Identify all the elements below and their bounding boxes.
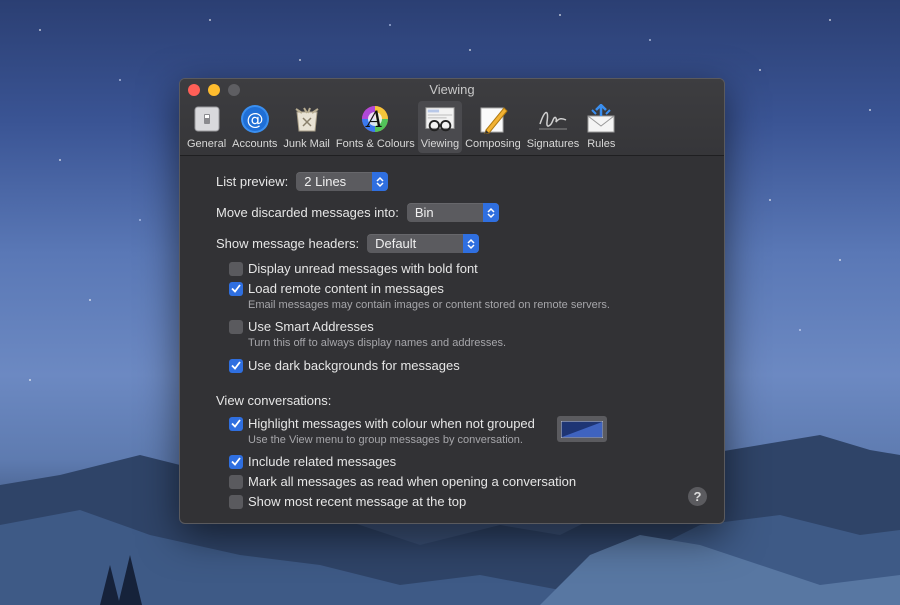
list-preview-select[interactable]: 2 Lines — [296, 172, 389, 191]
colour-swatch — [561, 420, 603, 438]
tab-composing-label: Composing — [465, 138, 521, 150]
load-remote-label: Load remote content in messages — [248, 281, 444, 296]
smart-addresses-label: Use Smart Addresses — [248, 319, 374, 334]
general-icon — [191, 103, 223, 135]
tab-accounts-label: Accounts — [232, 138, 278, 150]
accounts-at-icon: @ — [239, 103, 271, 135]
highlight-checkbox[interactable] — [229, 416, 243, 431]
checkmark-icon — [231, 457, 241, 466]
list-preview-label: List preview: — [216, 174, 289, 189]
show-headers-select[interactable]: Default — [367, 234, 480, 253]
tab-fonts-colours-label: Fonts & Colours — [335, 138, 415, 150]
move-discarded-select[interactable]: Bin — [406, 203, 499, 222]
bold-unread-row[interactable]: Display unread messages with bold font — [229, 261, 478, 276]
window-title: Viewing — [429, 82, 475, 97]
smart-addresses-note: Turn this off to always display names an… — [248, 337, 507, 349]
mark-all-read-label: Mark all messages as read when opening a… — [248, 474, 577, 489]
highlight-note: Use the View menu to group messages by c… — [248, 434, 523, 446]
preferences-toolbar: General @ Accounts Junk Mail A Fonts & C… — [184, 101, 620, 153]
load-remote-checkbox[interactable] — [229, 281, 243, 296]
show-headers-label: Show message headers: — [216, 236, 360, 251]
highlight-colour-well[interactable] — [557, 416, 607, 442]
tab-signatures-label: Signatures — [526, 138, 580, 150]
tab-general[interactable]: General — [184, 101, 229, 153]
view-conversations-heading: View conversations: — [216, 393, 332, 408]
highlight-label: Highlight messages with colour when not … — [248, 416, 535, 431]
tab-general-label: General — [187, 138, 227, 150]
include-related-checkbox[interactable] — [229, 454, 243, 469]
highlight-row[interactable]: Highlight messages with colour when not … — [229, 416, 535, 431]
tab-rules[interactable]: Rules — [582, 101, 620, 153]
tab-rules-label: Rules — [587, 138, 616, 150]
tab-accounts[interactable]: @ Accounts — [229, 101, 280, 153]
smart-addresses-checkbox[interactable] — [229, 319, 243, 334]
tab-junk-mail-label: Junk Mail — [283, 138, 330, 150]
show-headers-value: Default — [375, 236, 417, 251]
junk-mail-icon — [291, 103, 323, 135]
smart-addresses-row[interactable]: Use Smart Addresses — [229, 319, 374, 334]
tab-signatures[interactable]: Signatures — [524, 101, 583, 153]
tab-viewing[interactable]: Viewing — [417, 101, 463, 153]
move-discarded-value: Bin — [414, 205, 434, 220]
chevron-updown-icon — [482, 203, 499, 222]
svg-text:A: A — [365, 108, 383, 133]
include-related-row[interactable]: Include related messages — [229, 454, 396, 469]
mark-all-read-row[interactable]: Mark all messages as read when opening a… — [229, 474, 576, 489]
tab-junk-mail[interactable]: Junk Mail — [280, 101, 332, 153]
viewing-settings-panel: List preview: 2 Lines Move discarded mes… — [180, 156, 724, 523]
recent-top-row[interactable]: Show most recent message at the top — [229, 494, 466, 509]
viewing-glasses-icon — [424, 103, 456, 135]
tab-viewing-label: Viewing — [420, 138, 460, 150]
composing-pencil-icon — [477, 103, 509, 135]
preferences-window: Viewing General @ Accounts Junk Mail A F… — [179, 78, 725, 524]
recent-top-label: Show most recent message at the top — [248, 494, 467, 509]
title-bar: Viewing General @ Accounts Junk Mail A F… — [180, 79, 724, 156]
mark-all-read-checkbox[interactable] — [229, 474, 243, 489]
list-preview-row: List preview: 2 Lines — [216, 172, 389, 191]
list-preview-value: 2 Lines — [304, 174, 347, 189]
chevron-updown-icon — [372, 172, 389, 191]
checkmark-icon — [231, 419, 241, 428]
fonts-colours-icon: A — [359, 103, 391, 135]
help-button[interactable]: ? — [688, 487, 707, 506]
load-remote-row[interactable]: Load remote content in messages — [229, 281, 444, 296]
checkmark-icon — [231, 284, 241, 293]
show-headers-row: Show message headers: Default — [216, 234, 480, 253]
checkmark-icon — [231, 361, 241, 370]
svg-text:@: @ — [246, 110, 263, 130]
dark-backgrounds-checkbox[interactable] — [229, 358, 243, 373]
tab-composing[interactable]: Composing — [462, 101, 524, 153]
move-discarded-row: Move discarded messages into: Bin — [216, 203, 499, 222]
move-discarded-label: Move discarded messages into: — [216, 205, 399, 220]
dark-backgrounds-row[interactable]: Use dark backgrounds for messages — [229, 358, 460, 373]
rules-envelope-icon — [585, 103, 617, 135]
load-remote-note: Email messages may contain images or con… — [248, 299, 610, 311]
recent-top-checkbox[interactable] — [229, 494, 243, 509]
include-related-label: Include related messages — [248, 454, 397, 469]
bold-unread-label: Display unread messages with bold font — [248, 261, 478, 276]
chevron-updown-icon — [463, 234, 480, 253]
tab-fonts-colours[interactable]: A Fonts & Colours — [333, 101, 418, 153]
dark-backgrounds-label: Use dark backgrounds for messages — [248, 358, 460, 373]
bold-unread-checkbox[interactable] — [229, 261, 243, 276]
signature-icon — [537, 103, 569, 135]
